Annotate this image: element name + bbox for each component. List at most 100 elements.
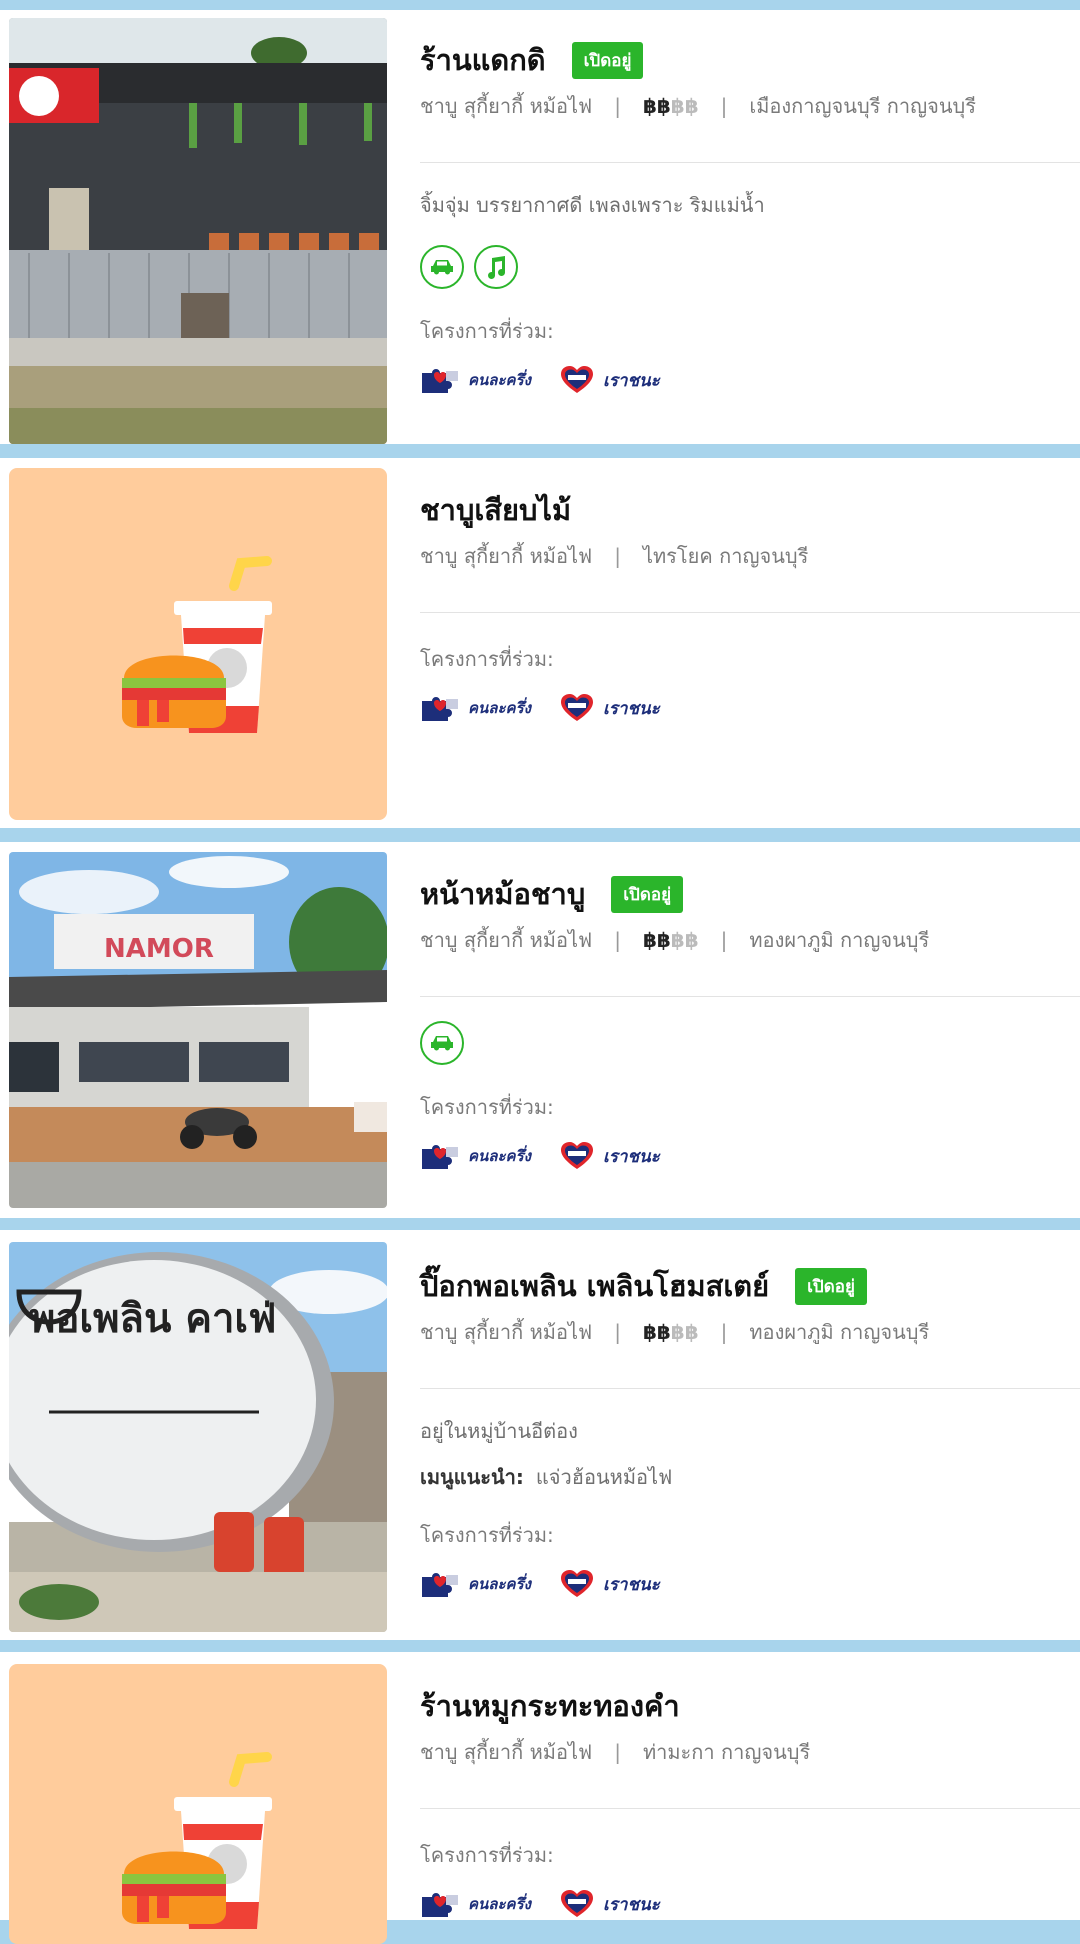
facility-icons [420, 1021, 1080, 1065]
program-khon-la-khrueng: คนละครึ่ง [420, 1141, 531, 1171]
programs-label: โครงการที่ร่วม: [420, 1843, 554, 1867]
programs-label: โครงการที่ร่วม: [420, 647, 554, 671]
restaurant-name[interactable]: ร้านหมูกระทะทองคำ [420, 1683, 680, 1729]
restaurant-card[interactable]: ร้านแดกดิ เปิดอยู่ ชาบู สุกี้ยากี้ หม้อไ… [0, 10, 1080, 444]
thai-heart-icon [560, 366, 593, 393]
location-text: เมืองกาญจนบุรี กาญจนบุรี [749, 94, 976, 118]
photo-namor-cafe: NAMOR [9, 852, 387, 1208]
category-text: ชาบู สุกี้ยากี้ หม้อไฟ [420, 94, 593, 118]
meta-separator: | [720, 928, 728, 952]
program-name: คนละครึ่ง [468, 371, 531, 389]
divider [420, 1808, 1080, 1809]
meta-separator: | [614, 928, 621, 952]
restaurant-name[interactable]: ร้านแดกดิ [420, 37, 546, 83]
recommend-value: แจ่วฮ้อนหม้อไฟ [535, 1465, 673, 1489]
meta-separator: | [614, 544, 621, 568]
meta-separator: | [614, 1320, 621, 1344]
program-logos: คนละครึ่ง เราชนะ [420, 1889, 1080, 1919]
program-rao-chana: เราชนะ [559, 365, 660, 395]
meta-separator: | [614, 1740, 621, 1764]
recommended-menu: เมนูแนะนำ: แจ่วฮ้อนหม้อไฟ [420, 1461, 1080, 1493]
divider [420, 612, 1080, 613]
program-name: คนละครึ่ง [468, 1575, 531, 1593]
restaurant-photo[interactable]: NAMOR [9, 852, 387, 1208]
thai-heart-icon [560, 1570, 593, 1597]
open-status-badge: เปิดอยู่ [571, 41, 644, 79]
restaurant-card[interactable]: ร้านหมูกระทะทองคำ ชาบู สุกี้ยากี้ หม้อไฟ… [0, 1652, 1080, 1944]
restaurant-meta: ชาบู สุกี้ยากี้ หม้อไฟ | ฿฿฿฿ | ทองผาภูม… [420, 1316, 1080, 1348]
category-text: ชาบู สุกี้ยากี้ หม้อไฟ [420, 1320, 593, 1344]
restaurant-info: หน้าหม้อชาบู เปิดอยู่ ชาบู สุกี้ยากี้ หม… [420, 872, 1080, 1171]
open-status-badge: เปิดอยู่ [611, 875, 684, 913]
restaurant-name[interactable]: หน้าหม้อชาบู [420, 871, 585, 917]
meta-separator: | [720, 1320, 728, 1344]
meta-separator: | [720, 94, 728, 118]
burger-drink-icon [122, 1752, 272, 1929]
location-text: ท่ามะกา กาญจนบุรี [642, 1740, 811, 1764]
program-name: เราชนะ [602, 1146, 660, 1167]
restaurant-name[interactable]: ชาบูเสียบไม้ [420, 487, 571, 533]
location-text: ทองผาภูมิ กาญจนบุรี [749, 1320, 930, 1344]
program-rao-chana: เราชนะ [559, 1569, 660, 1599]
open-status-badge: เปิดอยู่ [795, 1267, 867, 1305]
thai-heart-icon [560, 694, 593, 721]
program-khon-la-khrueng: คนละครึ่ง [420, 365, 531, 395]
program-khon-la-khrueng: คนละครึ่ง [420, 1889, 531, 1919]
program-logos: คนละครึ่ง เราชนะ [420, 365, 1080, 395]
category-text: ชาบู สุกี้ยากี้ หม้อไฟ [420, 544, 593, 568]
category-text: ชาบู สุกี้ยากี้ หม้อไฟ [420, 1740, 593, 1764]
car-icon [420, 1021, 464, 1065]
restaurant-info: ชาบูเสียบไม้ ชาบู สุกี้ยากี้ หม้อไฟ | ไท… [420, 488, 1080, 723]
restaurant-card[interactable]: พอเพลิน คาเฟ่ ปิ๊อกพอเพลิน เพลินโฮมสเตย์… [0, 1230, 1080, 1640]
program-rao-chana: เราชนะ [559, 1889, 660, 1919]
program-name: คนละครึ่ง [468, 1895, 531, 1913]
location-text: ทองผาภูมิ กาญจนบุรี [749, 928, 930, 952]
placeholder-image[interactable] [9, 1664, 387, 1944]
top-strip [0, 0, 1080, 10]
restaurant-description: จิ้มจุ่ม บรรยากาศดี เพลงเพราะ ริมแม่น้ำ [420, 193, 765, 217]
restaurant-name[interactable]: ปิ๊อกพอเพลิน เพลินโฮมสเตย์ [420, 1263, 769, 1309]
program-khon-la-khrueng: คนละครึ่ง [420, 693, 531, 723]
program-name: เราชนะ [602, 1894, 660, 1915]
restaurant-photo[interactable]: พอเพลิน คาเฟ่ [9, 1242, 387, 1632]
program-rao-chana: เราชนะ [559, 693, 660, 723]
restaurant-card[interactable]: ชาบูเสียบไม้ ชาบู สุกี้ยากี้ หม้อไฟ | ไท… [0, 458, 1080, 828]
price-level: ฿฿฿฿ [642, 94, 699, 118]
restaurant-info: ร้านแดกดิ เปิดอยู่ ชาบู สุกี้ยากี้ หม้อไ… [420, 38, 1080, 395]
programs-label: โครงการที่ร่วม: [420, 1523, 554, 1547]
location-text: ไทรโยค กาญจนบุรี [642, 544, 809, 568]
divider [420, 162, 1080, 163]
restaurant-meta: ชาบู สุกี้ยากี้ หม้อไฟ | ไทรโยค กาญจนบุร… [420, 540, 1080, 572]
program-khon-la-khrueng: คนละครึ่ง [420, 1569, 531, 1599]
divider [420, 996, 1080, 997]
restaurant-photo[interactable] [9, 18, 387, 444]
recommend-label: เมนูแนะนำ: [420, 1465, 524, 1489]
thai-heart-icon [560, 1890, 593, 1917]
price-level: ฿฿฿฿ [642, 928, 699, 952]
program-name: เราชนะ [602, 698, 660, 719]
programs-label: โครงการที่ร่วม: [420, 319, 554, 343]
burger-drink-icon [122, 556, 272, 733]
restaurant-card[interactable]: NAMOR หน้าหม้อชาบู เปิดอยู่ ชาบู สุกี้ยา… [0, 842, 1080, 1218]
meta-separator: | [614, 94, 621, 118]
program-rao-chana: เราชนะ [559, 1141, 660, 1171]
placeholder-image[interactable] [9, 468, 387, 820]
restaurant-info: ปิ๊อกพอเพลิน เพลินโฮมสเตย์ เปิดอยู่ ชาบู… [420, 1264, 1080, 1599]
puzzle-heart-icon [422, 369, 458, 393]
restaurant-meta: ชาบู สุกี้ยากี้ หม้อไฟ | ฿฿฿฿ | เมืองกาญ… [420, 90, 1080, 122]
program-logos: คนละครึ่ง เราชนะ [420, 1141, 1080, 1171]
divider [420, 1388, 1080, 1389]
restaurant-description: อยู่ในหมู่บ้านอีต่อง [420, 1419, 578, 1443]
photo-shop-front [9, 18, 387, 444]
puzzle-heart-icon [422, 697, 458, 721]
program-logos: คนละครึ่ง เราชนะ [420, 1569, 1080, 1599]
restaurant-info: ร้านหมูกระทะทองคำ ชาบู สุกี้ยากี้ หม้อไฟ… [420, 1684, 1080, 1919]
price-level: ฿฿฿฿ [642, 1320, 699, 1344]
puzzle-heart-icon [422, 1573, 458, 1597]
program-name: คนละครึ่ง [468, 699, 531, 717]
restaurant-meta: ชาบู สุกี้ยากี้ หม้อไฟ | ฿฿฿฿ | ทองผาภูม… [420, 924, 1080, 956]
sign-text: NAMOR [104, 934, 214, 964]
program-name: เราชนะ [602, 1574, 660, 1595]
thai-heart-icon [560, 1142, 593, 1169]
programs-label: โครงการที่ร่วม: [420, 1095, 554, 1119]
